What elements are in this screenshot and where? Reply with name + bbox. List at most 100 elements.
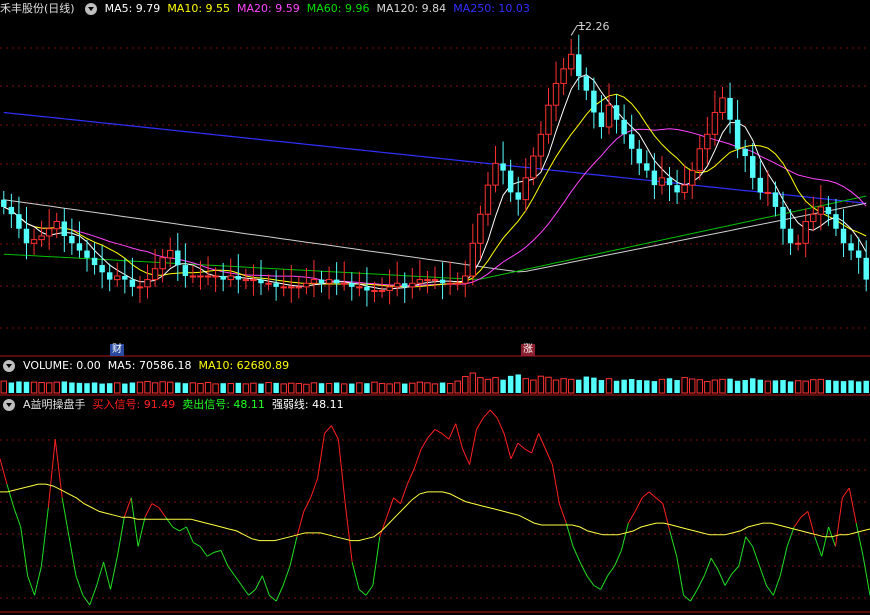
candle-body bbox=[863, 257, 869, 280]
candle-body bbox=[530, 155, 537, 179]
volume-bar bbox=[136, 381, 144, 394]
indicator-label-0: 买入信号: 91.49 bbox=[92, 398, 176, 411]
volume-bar bbox=[477, 377, 484, 394]
signal-segment bbox=[545, 448, 553, 465]
candle-body bbox=[757, 177, 764, 193]
volume-bar bbox=[386, 383, 393, 394]
indicator-panel-menu-icon[interactable] bbox=[3, 399, 15, 411]
signal-segment bbox=[0, 458, 8, 485]
signal-segment bbox=[427, 429, 436, 438]
marker-cai[interactable]: 财 bbox=[110, 344, 124, 356]
volume-bar bbox=[227, 383, 234, 394]
volume-bar bbox=[378, 383, 386, 394]
volume-bar bbox=[628, 379, 635, 393]
candle-body bbox=[742, 148, 748, 157]
signal-segment bbox=[241, 585, 249, 596]
signal-segment bbox=[759, 565, 767, 586]
signal-segment bbox=[579, 561, 588, 576]
volume-bar bbox=[500, 379, 506, 393]
indicator-label-1: 卖出信号: 48.11 bbox=[182, 398, 265, 411]
volume-bar bbox=[772, 380, 779, 393]
volume-bar bbox=[122, 383, 128, 393]
candle-body bbox=[175, 250, 181, 266]
marker-zhang[interactable]: 涨 bbox=[521, 344, 535, 356]
volume-bar bbox=[810, 379, 817, 394]
candle-body bbox=[250, 279, 257, 282]
signal-segment bbox=[255, 575, 263, 590]
signal-segment bbox=[724, 573, 733, 586]
signal-segment bbox=[772, 575, 781, 596]
volume-bar bbox=[0, 380, 8, 394]
candle-body bbox=[477, 213, 484, 244]
main-panel-menu-icon[interactable] bbox=[84, 3, 97, 15]
signal-segment bbox=[193, 542, 201, 547]
signal-segment bbox=[862, 556, 870, 596]
candle-body bbox=[567, 53, 575, 70]
candle-body bbox=[1, 199, 7, 207]
signal-segment bbox=[185, 526, 194, 543]
candle-body bbox=[84, 250, 90, 258]
volume-bar bbox=[560, 378, 567, 394]
signal-segment bbox=[855, 522, 864, 557]
signal-segment bbox=[13, 507, 22, 528]
candle-body bbox=[500, 163, 506, 171]
volume-bar bbox=[636, 380, 642, 393]
volume-bar bbox=[484, 378, 492, 394]
signal-segment bbox=[6, 483, 15, 508]
signal-segment bbox=[455, 423, 464, 450]
volume-bar bbox=[719, 378, 726, 394]
signal-segment bbox=[800, 511, 809, 518]
candle-body bbox=[621, 119, 627, 135]
candle-body bbox=[431, 279, 439, 282]
volume-bar bbox=[356, 382, 363, 394]
candle-body bbox=[825, 206, 832, 215]
signal-segment bbox=[337, 439, 346, 504]
volume-bar bbox=[613, 380, 620, 393]
stock-title[interactable]: 禾丰股份(日线) bbox=[0, 0, 75, 18]
candle-body bbox=[258, 279, 264, 284]
indicator-name[interactable]: A益明操盘手 bbox=[23, 396, 86, 414]
volume-bar bbox=[507, 375, 514, 393]
main-legend: 禾丰股份(日线) MA5: 9.79 MA10: 9.55 MA20: 9.59 MA… bbox=[0, 0, 530, 18]
candle-body bbox=[325, 279, 333, 284]
signal-segment bbox=[620, 522, 629, 551]
candle-body bbox=[484, 184, 492, 215]
volume-bar bbox=[61, 381, 68, 393]
signal-segment bbox=[448, 423, 457, 440]
volume-bar bbox=[583, 376, 590, 393]
signal-segment bbox=[248, 589, 256, 596]
candle-body bbox=[598, 112, 605, 127]
volume-bar bbox=[734, 380, 741, 393]
signal-segment bbox=[821, 526, 830, 557]
volume-bar bbox=[439, 382, 446, 393]
candle-body bbox=[688, 170, 696, 186]
volume-bar bbox=[144, 380, 151, 394]
candle-body bbox=[402, 283, 408, 287]
candle-body bbox=[8, 206, 15, 215]
signal-segment bbox=[47, 439, 56, 508]
volume-bar bbox=[371, 381, 378, 394]
candle-body bbox=[45, 228, 53, 237]
volume-bar bbox=[591, 377, 597, 393]
volume-bar bbox=[8, 382, 15, 393]
signal-segment bbox=[109, 556, 118, 590]
candle-body bbox=[333, 279, 340, 284]
volume-bar bbox=[151, 382, 159, 394]
volume-bar bbox=[166, 381, 174, 394]
candle-body bbox=[295, 286, 303, 289]
candle-body bbox=[23, 228, 30, 244]
signal-segment bbox=[386, 497, 395, 518]
volume-bar bbox=[787, 381, 794, 393]
volume-bar bbox=[182, 383, 189, 393]
candle-body bbox=[469, 242, 477, 277]
candle-body bbox=[242, 279, 250, 282]
volume-bar bbox=[492, 377, 499, 394]
signal-segment bbox=[206, 551, 215, 557]
candle-body bbox=[636, 148, 642, 164]
signal-segment bbox=[441, 433, 450, 440]
candle-body bbox=[727, 97, 733, 120]
signal-segment bbox=[199, 546, 208, 557]
volume-bar bbox=[197, 383, 204, 394]
volume-bar bbox=[825, 380, 832, 393]
volume-panel-menu-icon[interactable] bbox=[3, 360, 15, 372]
